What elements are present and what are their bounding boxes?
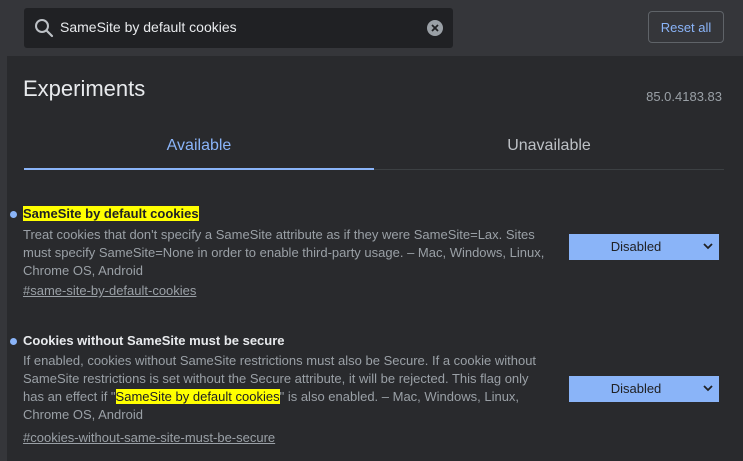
select-value: Disabled [610,239,662,254]
select-value: Disabled [610,381,662,396]
reset-all-button[interactable]: Reset all [648,11,724,43]
experiments-panel: Experiments 85.0.4183.83 Available Unava… [7,56,743,461]
experiment-link[interactable]: #cookies-without-same-site-must-be-secur… [23,430,275,445]
experiment-description: If enabled, cookies without SameSite res… [23,352,553,424]
status-dot [10,211,17,218]
search-input[interactable]: SameSite by default cookies [60,19,237,35]
status-dot [10,338,17,345]
top-bar: SameSite by default cookies Reset all [0,0,743,56]
search-icon [35,19,54,38]
page-title: Experiments [23,76,146,101]
search-box[interactable]: SameSite by default cookies [24,8,453,48]
tab-unavailable[interactable]: Unavailable [374,126,724,170]
experiment-title-text: SameSite by default cookies [23,206,199,221]
clear-search-icon[interactable] [427,20,443,36]
tab-available[interactable]: Available [24,126,374,170]
description-highlight: SameSite by default cookies [115,389,280,404]
experiment-title: SameSite by default cookies [23,206,199,221]
chevron-down-icon [703,243,713,250]
experiment-state-select[interactable]: Disabled [569,234,719,260]
experiment-title: Cookies without SameSite must be secure [23,333,285,348]
experiment-state-select[interactable]: Disabled [569,376,719,402]
version-label: 85.0.4183.83 [646,89,722,104]
chevron-down-icon [703,385,713,392]
tab-bar: Available Unavailable [24,126,724,171]
experiment-link[interactable]: #same-site-by-default-cookies [23,283,196,298]
experiment-description: Treat cookies that don't specify a SameS… [23,227,545,278]
